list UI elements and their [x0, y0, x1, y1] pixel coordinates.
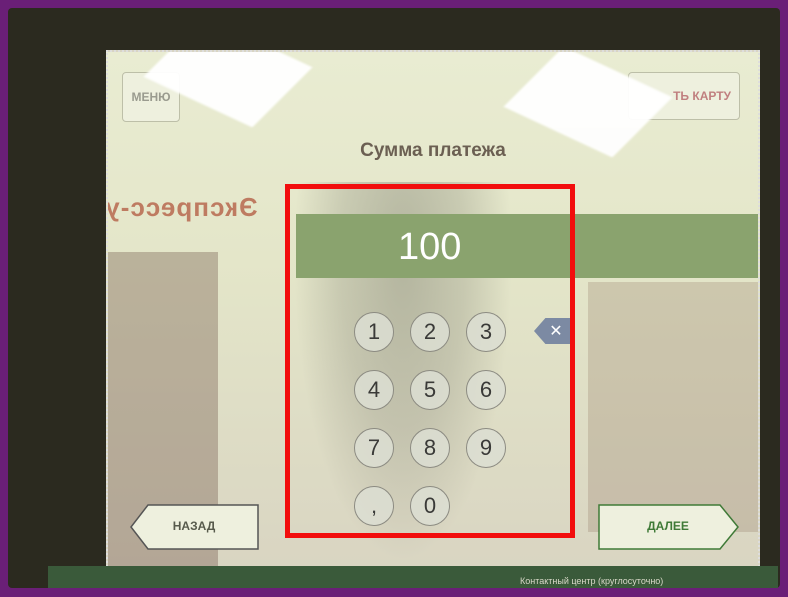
- bottom-strip: [48, 566, 778, 588]
- background-sign: Экспресс-услуги: [106, 192, 258, 222]
- page-title: Сумма платежа: [360, 140, 506, 161]
- reflection-right: [588, 282, 758, 532]
- back-button[interactable]: НАЗАД: [130, 504, 258, 548]
- bottom-text: Контактный центр (круглосуточно): [520, 576, 664, 586]
- highlight-box: [285, 184, 575, 538]
- next-button[interactable]: ДАЛЕЕ: [598, 504, 738, 548]
